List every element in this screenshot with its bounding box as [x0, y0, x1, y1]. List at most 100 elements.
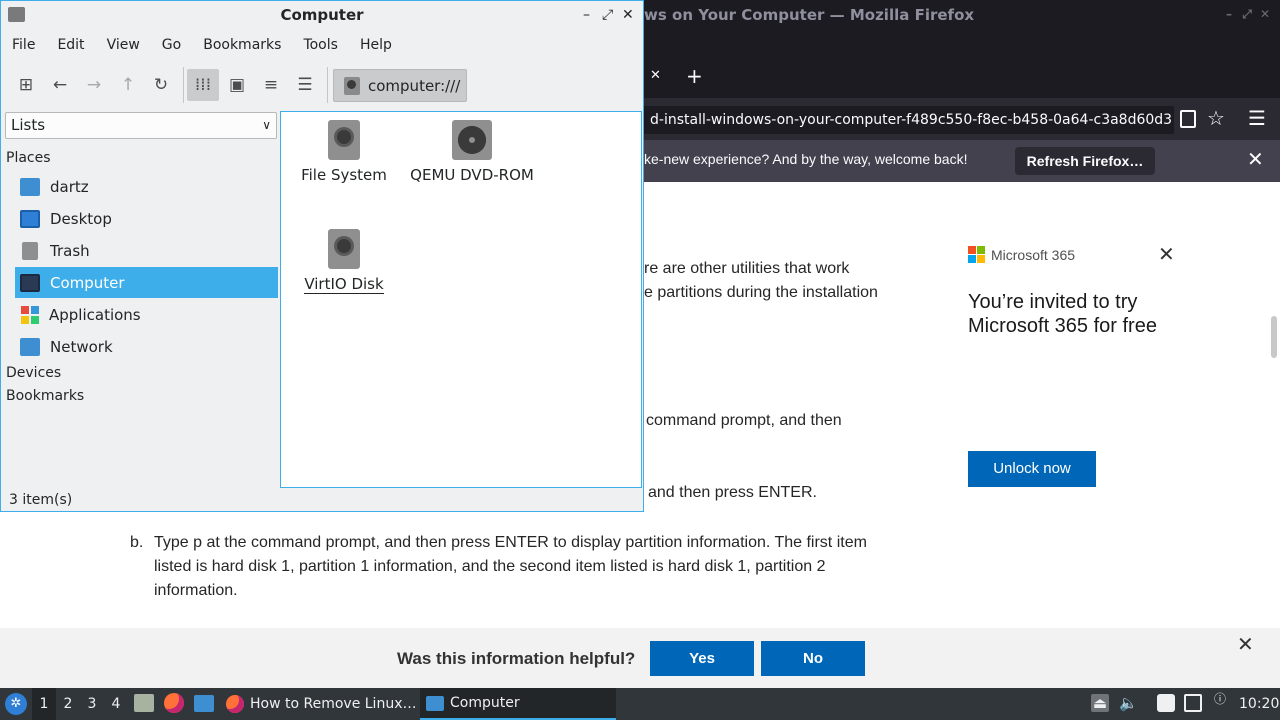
ad-brand: Microsoft 365	[968, 246, 1075, 263]
file-item[interactable]: QEMU DVD-ROM	[407, 120, 537, 184]
chevron-down-icon: ∨	[262, 118, 271, 132]
microsoft-logo-icon	[968, 246, 985, 263]
article-text: re are other utilities that work	[644, 260, 850, 277]
list-marker: b.	[130, 534, 144, 551]
sidebar-item-label: Desktop	[50, 209, 112, 228]
sidebar-item-label: Trash	[50, 241, 90, 260]
firefox-launcher-icon[interactable]	[164, 693, 184, 713]
sidebar-item-applications[interactable]: Applications	[15, 299, 278, 330]
sidebar-item-desktop[interactable]: Desktop	[15, 203, 278, 234]
sidebar-item-computer[interactable]: Computer	[15, 267, 278, 298]
bookmarks-heading[interactable]: Bookmarks	[6, 388, 84, 404]
page-scrollbar[interactable]	[1268, 182, 1280, 688]
file-item-label: QEMU DVD-ROM	[410, 166, 534, 184]
folder-icon	[426, 695, 444, 711]
task-firefox[interactable]: How to Remove Linux…	[220, 688, 418, 720]
feedback-yes-button[interactable]: Yes	[650, 641, 754, 676]
maximize-icon[interactable]: ⤢	[1240, 7, 1254, 21]
close-icon[interactable]: ✕	[1258, 7, 1272, 21]
network-status-icon[interactable]	[1184, 694, 1202, 712]
maximize-icon[interactable]: ⤢	[602, 6, 613, 24]
menu-help[interactable]: Help	[349, 31, 403, 59]
reader-view-icon[interactable]	[1180, 110, 1196, 128]
eject-icon[interactable]: ⏏	[1091, 694, 1109, 712]
unlock-now-button[interactable]: Unlock now	[968, 451, 1096, 487]
file-view[interactable]: File System QEMU DVD-ROM VirtIO Disk	[280, 111, 642, 488]
notification-text: ke-new experience? And by the way, welco…	[644, 151, 968, 167]
taskbar	[0, 688, 1280, 720]
feedback-no-button[interactable]: No	[761, 641, 865, 676]
ad-close-icon[interactable]: ✕	[1158, 244, 1175, 264]
devices-heading[interactable]: Devices	[6, 365, 61, 381]
menu-go[interactable]: Go	[151, 31, 192, 59]
workspace-2[interactable]: 2	[56, 688, 80, 720]
feedback-bar	[0, 628, 1280, 688]
new-tab-icon[interactable]: ⊞	[10, 69, 42, 101]
task-label: Computer	[450, 695, 520, 711]
menu-edit[interactable]: Edit	[46, 31, 95, 59]
menu-tools[interactable]: Tools	[292, 31, 349, 59]
menu-file[interactable]: File	[1, 31, 46, 59]
desktop-icon	[20, 209, 40, 228]
icon-view-icon[interactable]: ⁞⁞⁞	[187, 69, 219, 101]
bookmark-star-icon[interactable]: ☆	[1207, 106, 1225, 130]
page-scrollbar-thumb[interactable]	[1271, 316, 1277, 358]
clipboard-icon[interactable]	[1157, 694, 1175, 712]
task-computer[interactable]: Computer	[420, 688, 616, 720]
article-text: listed is hard disk 1, partition 1 infor…	[154, 558, 826, 575]
toolbar-separator	[327, 67, 328, 103]
minimize-icon[interactable]: –	[1222, 7, 1236, 21]
up-icon[interactable]: ↑	[112, 69, 144, 101]
article-text: command prompt, and then	[646, 412, 842, 429]
sidebar-item-network[interactable]: Network	[15, 331, 278, 362]
optical-drive-icon	[452, 120, 492, 160]
feedback-close-icon[interactable]: ✕	[1237, 634, 1254, 654]
forward-icon[interactable]: →	[78, 69, 110, 101]
file-manager-launcher-icon[interactable]	[134, 694, 154, 712]
fm-window-title: Computer	[280, 6, 364, 24]
workspace-3[interactable]: 3	[80, 688, 104, 720]
ad-brand-label: Microsoft 365	[991, 246, 1076, 263]
menu-view[interactable]: View	[96, 31, 151, 59]
back-icon[interactable]: ←	[44, 69, 76, 101]
workspace-1[interactable]: 1	[32, 688, 56, 720]
clock[interactable]: 10:20	[1239, 696, 1279, 712]
fm-titlebar[interactable]: Computer – ⤢ ✕	[1, 1, 643, 30]
network-icon	[20, 337, 40, 356]
harddisk-icon	[328, 120, 360, 160]
harddisk-icon	[344, 76, 360, 95]
refresh-firefox-button[interactable]: Refresh Firefox…	[1015, 147, 1155, 175]
menu-bookmarks[interactable]: Bookmarks	[192, 31, 292, 59]
volume-icon[interactable]: 🔈	[1119, 694, 1138, 712]
minimize-icon[interactable]: –	[583, 6, 590, 24]
firefox-icon	[226, 695, 244, 713]
article-text: and then press ENTER.	[648, 484, 817, 501]
sidebar-item-trash[interactable]: Trash	[15, 235, 278, 266]
start-menu-icon[interactable]: ✲	[5, 693, 27, 715]
notification-icon[interactable]: ⓘ	[1211, 690, 1229, 708]
new-tab-icon[interactable]: +	[686, 64, 703, 88]
reload-icon[interactable]: ↻	[145, 69, 177, 101]
thumbnail-view-icon[interactable]: ▣	[221, 69, 253, 101]
path-label: computer:///	[368, 76, 461, 95]
compact-view-icon[interactable]: ≡	[255, 69, 287, 101]
firefox-window-title: ws on Your Computer — Mozilla Firefox	[644, 6, 975, 24]
article-text: e partitions during the installation	[644, 284, 878, 301]
path-button[interactable]: computer:///	[333, 69, 467, 102]
file-item[interactable]: File System	[301, 120, 387, 184]
detailed-list-view-icon[interactable]: ☰	[289, 69, 321, 101]
trash-icon	[22, 241, 38, 260]
tab-close-icon[interactable]: ✕	[650, 68, 661, 83]
side-pane-mode-select[interactable]: Lists ∨	[5, 112, 277, 139]
close-icon[interactable]: ✕	[622, 6, 634, 24]
hamburger-menu-icon[interactable]: ☰	[1248, 106, 1266, 130]
notification-close-icon[interactable]: ✕	[1247, 148, 1264, 170]
places-heading[interactable]: Places	[6, 150, 51, 166]
file-item-label: File System	[301, 166, 387, 184]
desktop-launcher-icon[interactable]	[194, 695, 214, 712]
sidebar-item-home[interactable]: dartz	[15, 171, 278, 202]
url-bar[interactable]: d-install-windows-on-your-computer-f489c…	[644, 106, 1174, 134]
file-item[interactable]: VirtIO Disk	[301, 229, 387, 294]
workspace-4[interactable]: 4	[104, 688, 128, 720]
sidebar-item-label: dartz	[50, 177, 89, 196]
